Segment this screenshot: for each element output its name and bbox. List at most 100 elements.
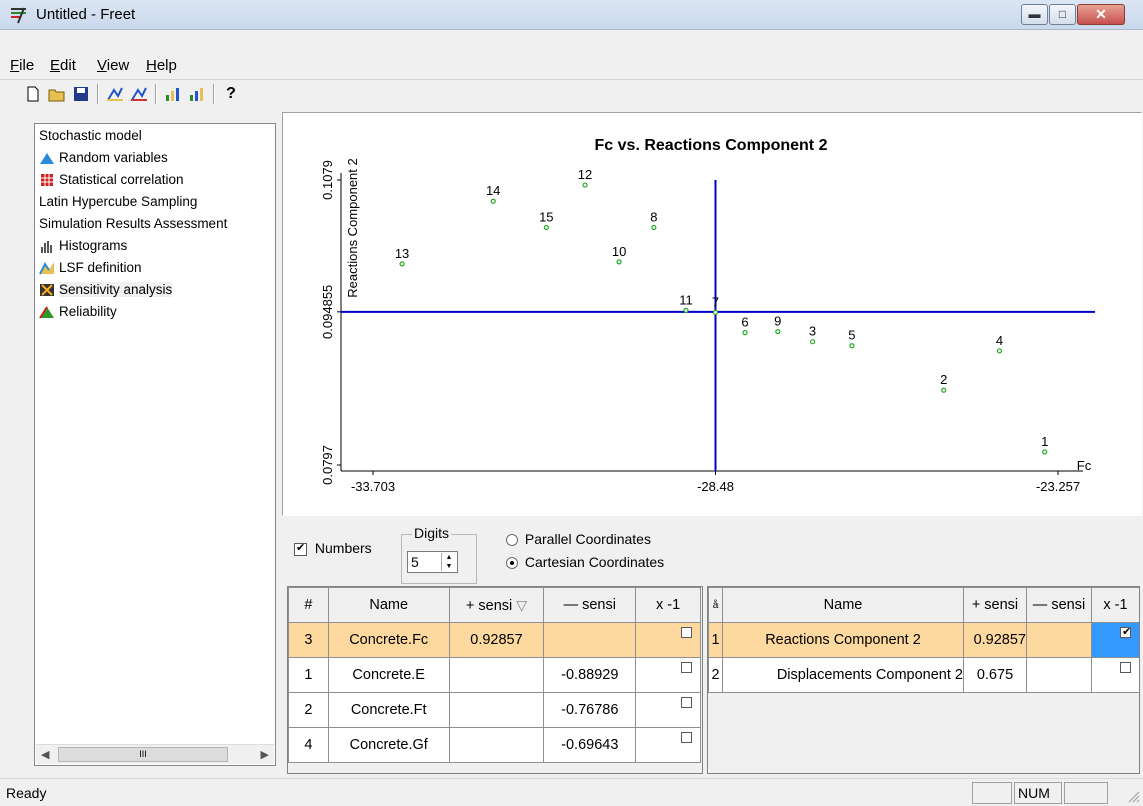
invert-checkbox[interactable] <box>1120 662 1131 673</box>
numbers-checkbox-row[interactable]: Numbers <box>294 540 372 556</box>
tree-item-sensitivity-analysis[interactable]: Sensitivity analysis <box>39 282 173 297</box>
column-header-minus-sensi[interactable]: — sensi <box>1026 587 1092 623</box>
invert-checkbox[interactable] <box>1120 625 1131 638</box>
row-invert-cell[interactable] <box>635 692 701 728</box>
digits-spinner[interactable]: 5 ▲ ▼ <box>407 551 458 573</box>
column-header-invert[interactable]: x -1 <box>1091 587 1139 623</box>
parallel-label: Parallel Coordinates <box>524 531 651 547</box>
title-bar: Untitled - Freet ▬ □ ✕ <box>0 0 1143 30</box>
table-row[interactable]: 3 Concrete.Fc 0.92857 <box>288 622 701 658</box>
row-invert-cell[interactable] <box>635 622 701 658</box>
y-tick-label: 0.094855 <box>320 285 335 339</box>
invert-checkbox[interactable] <box>681 627 692 638</box>
maximize-button[interactable]: □ <box>1049 4 1076 25</box>
parallel-radio-row[interactable]: Parallel Coordinates <box>506 531 651 547</box>
parallel-radio[interactable] <box>506 534 518 547</box>
data-point-label: 10 <box>612 244 626 259</box>
minimize-button[interactable]: ▬ <box>1021 4 1048 25</box>
tree-item-stochastic-model[interactable]: Stochastic model <box>39 128 142 143</box>
close-button[interactable]: ✕ <box>1077 4 1125 25</box>
spin-arrows-icon[interactable]: ▲ ▼ <box>441 553 456 571</box>
column-header-name[interactable]: Name <box>327 587 450 623</box>
tree-item-reliability[interactable]: Reliability <box>39 304 117 319</box>
table-row[interactable]: 4 Concrete.Gf -0.69643 <box>288 727 701 763</box>
table-row[interactable]: 2 Displacements Component 2 0.675 <box>708 657 1139 693</box>
data-point <box>582 182 588 188</box>
tree-item-random-variables[interactable]: Random variables <box>39 150 168 165</box>
new-icon[interactable] <box>22 83 44 105</box>
x-tick-label: -33.703 <box>351 479 395 494</box>
column-header-num[interactable]: å <box>708 587 723 623</box>
invert-checkbox[interactable] <box>681 697 692 708</box>
help-icon[interactable]: ? <box>220 83 242 105</box>
save-icon[interactable] <box>70 83 92 105</box>
digits-label: Digits <box>412 525 452 541</box>
sort-desc-icon: ▽ <box>516 596 528 613</box>
menu-file[interactable]: File <box>10 57 34 74</box>
bars-icon-2[interactable] <box>186 83 208 105</box>
table-row[interactable]: 1 Concrete.E -0.88929 <box>288 657 701 693</box>
column-header-name[interactable]: Name <box>722 587 964 623</box>
table-row[interactable]: 2 Concrete.Ft -0.76786 <box>288 692 701 728</box>
status-bar: Ready NUM <box>0 778 1143 806</box>
row-plus-sensi: 0.92857 <box>963 622 1027 658</box>
row-invert-cell[interactable] <box>635 727 701 763</box>
window-title: Untitled - Freet <box>36 6 136 23</box>
cartesian-radio-row[interactable]: Cartesian Coordinates <box>506 554 664 570</box>
row-num: 2 <box>288 692 329 728</box>
bars-icon-1[interactable] <box>162 83 184 105</box>
invert-checkbox[interactable] <box>681 732 692 743</box>
chart-title: Fc vs. Reactions Component 2 <box>595 137 828 154</box>
menu-edit[interactable]: Edit <box>50 57 76 74</box>
menu-view[interactable]: View <box>97 57 129 74</box>
numbers-checkbox[interactable] <box>294 541 307 556</box>
column-header-plus-sensi[interactable]: + sensi <box>963 587 1027 623</box>
column-header-invert[interactable]: x -1 <box>635 587 701 623</box>
data-point <box>651 224 657 231</box>
cartesian-label: Cartesian Coordinates <box>524 554 665 570</box>
y-tick-label: 0.0797 <box>320 445 335 485</box>
row-invert-cell[interactable] <box>1091 657 1139 693</box>
digits-value[interactable]: 5 <box>411 554 419 570</box>
row-minus-sensi: -0.69643 <box>543 727 637 763</box>
row-invert-cell[interactable] <box>1091 622 1139 658</box>
data-point <box>996 348 1003 354</box>
row-minus-sensi: -0.88929 <box>543 657 637 693</box>
data-point <box>775 328 781 335</box>
data-point-label: 15 <box>539 210 553 225</box>
chart-icon-2[interactable] <box>128 83 150 105</box>
data-point-label: 6 <box>741 315 748 330</box>
scroll-right-icon[interactable]: ▶ <box>261 748 269 761</box>
row-invert-cell[interactable] <box>635 657 701 693</box>
row-name: Concrete.Ft <box>327 692 450 728</box>
menu-help[interactable]: Help <box>146 57 177 74</box>
tree-horizontal-scrollbar[interactable]: ◀ III ▶ <box>36 744 274 764</box>
cartesian-radio[interactable] <box>506 557 518 570</box>
tree-item-lhs[interactable]: Latin Hypercube Sampling <box>39 194 197 209</box>
resize-grip-icon[interactable] <box>1128 791 1140 803</box>
row-minus-sensi <box>1026 657 1092 693</box>
random-variables-icon <box>40 152 54 164</box>
scroll-thumb[interactable]: III <box>58 747 228 762</box>
scroll-left-icon[interactable]: ◀ <box>41 748 49 761</box>
open-icon[interactable] <box>46 83 68 105</box>
data-point <box>399 261 405 267</box>
tree-item-simulation-results[interactable]: Simulation Results Assessment <box>39 216 227 231</box>
table-row[interactable]: 1 Reactions Component 2 0.92857 <box>708 622 1139 658</box>
status-text: Ready <box>6 785 47 801</box>
numbers-label: Numbers <box>314 540 372 556</box>
row-num: 3 <box>288 622 329 658</box>
invert-checkbox[interactable] <box>681 662 692 673</box>
tree-item-statistical-correlation[interactable]: Statistical correlation <box>39 172 184 187</box>
tree-item-histograms[interactable]: Histograms <box>39 238 127 253</box>
status-num: NUM <box>1014 782 1062 804</box>
row-num: 4 <box>288 727 329 763</box>
column-header-plus-sensi[interactable]: + sensi ▽ <box>448 587 545 623</box>
column-header-num[interactable]: # <box>288 587 329 623</box>
model-tree: Stochastic model Random variables Statis… <box>34 123 276 766</box>
tree-item-lsf-definition[interactable]: LSF definition <box>39 260 142 275</box>
row-name: Concrete.Gf <box>327 727 450 763</box>
data-point <box>490 198 496 204</box>
chart-icon-1[interactable] <box>104 83 126 105</box>
column-header-minus-sensi[interactable]: — sensi <box>543 587 637 623</box>
